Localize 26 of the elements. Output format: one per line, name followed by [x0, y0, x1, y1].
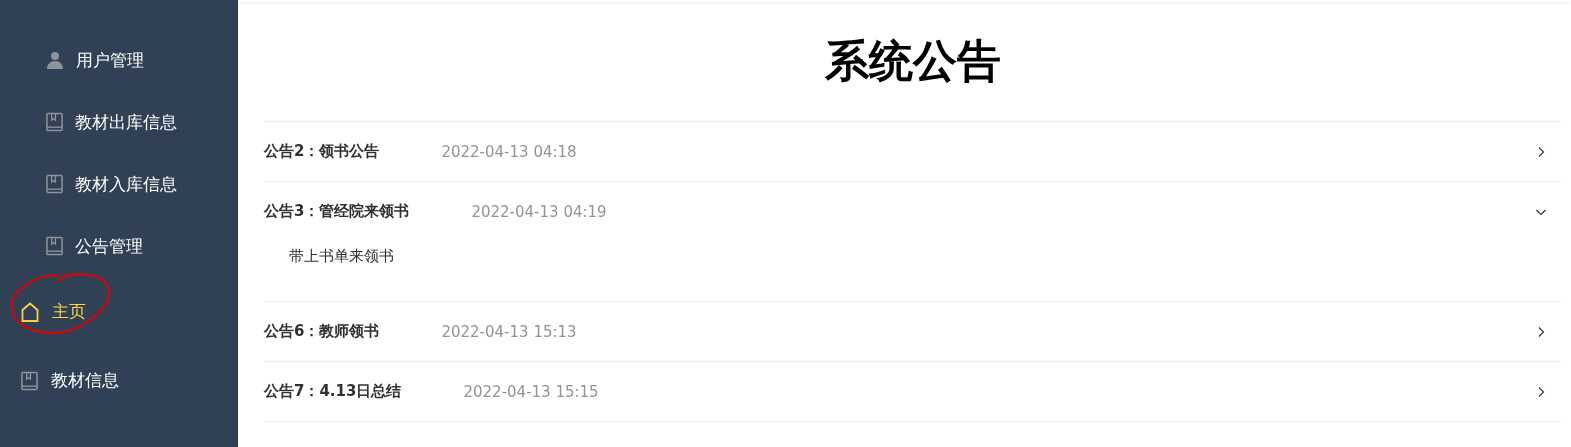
book-icon — [46, 112, 63, 132]
menu-item[interactable]: 用户管理 — [0, 29, 238, 91]
book-icon — [46, 236, 63, 256]
user-icon — [46, 51, 64, 69]
notice-date: 2022-04-13 15:15 — [463, 382, 599, 401]
home-icon — [21, 301, 39, 322]
notice-header[interactable]: 公告2：领书公告 2022-04-13 04:18 — [264, 122, 1561, 181]
notice-date: 2022-04-13 04:19 — [471, 202, 607, 221]
notice-title: 公告7：4.13日总结 — [264, 382, 402, 401]
notice-title: 公告3：管经院来领书 — [264, 202, 410, 221]
notice-title: 公告2：领书公告 — [264, 142, 380, 161]
page-title: 系统公告 — [823, 34, 1002, 88]
menu-item[interactable]: 教材入库信息 — [0, 153, 238, 215]
menu-item[interactable]: 教材出库信息 — [0, 91, 238, 153]
notice-header[interactable]: 公告7：4.13日总结 2022-04-13 15:15 — [264, 362, 1561, 421]
book-icon — [46, 174, 63, 194]
menu-item[interactable]: 公告管理 — [0, 215, 238, 277]
menu-item[interactable]: 教材信息 — [0, 346, 238, 415]
notice-date: 2022-04-13 15:13 — [441, 322, 577, 341]
menu-item[interactable]: 主页 — [0, 277, 238, 346]
book-icon — [21, 370, 38, 391]
notice-header[interactable]: 公告3：管经院来领书 2022-04-13 04:19 — [264, 182, 1561, 241]
notice-date: 2022-04-13 04:18 — [441, 142, 577, 161]
notice-content: 带上书单来领书 — [289, 247, 394, 266]
notice-header[interactable]: 公告6：教师领书 2022-04-13 15:13 — [264, 302, 1561, 361]
notice-title: 公告6：教师领书 — [264, 322, 380, 341]
